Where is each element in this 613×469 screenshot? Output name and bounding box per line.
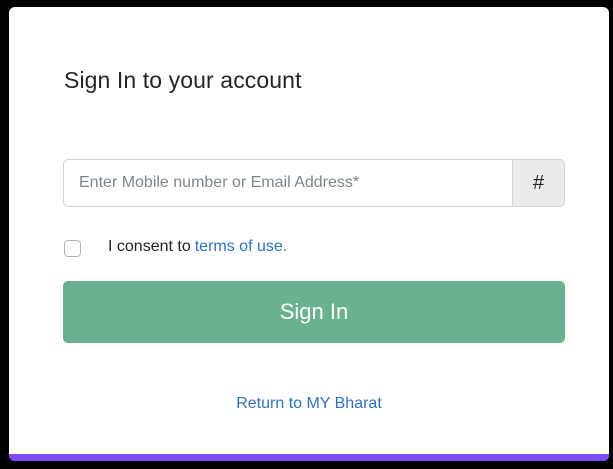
consent-checkbox[interactable] xyxy=(64,240,81,257)
return-to-my-bharat-link[interactable]: Return to MY Bharat xyxy=(9,395,609,413)
sign-in-button[interactable]: Sign In xyxy=(63,281,565,343)
hash-icon: # xyxy=(512,159,565,207)
login-card: Sign In to your account # I consent to t… xyxy=(9,7,609,461)
accent-bar xyxy=(9,454,609,461)
identifier-input[interactable] xyxy=(63,159,512,207)
consent-row: I consent to terms of use. xyxy=(64,237,287,257)
identifier-input-group: # xyxy=(63,159,565,207)
page-title: Sign In to your account xyxy=(64,67,302,93)
terms-of-use-link[interactable]: terms of use. xyxy=(195,238,287,256)
consent-label: I consent to xyxy=(108,238,191,255)
